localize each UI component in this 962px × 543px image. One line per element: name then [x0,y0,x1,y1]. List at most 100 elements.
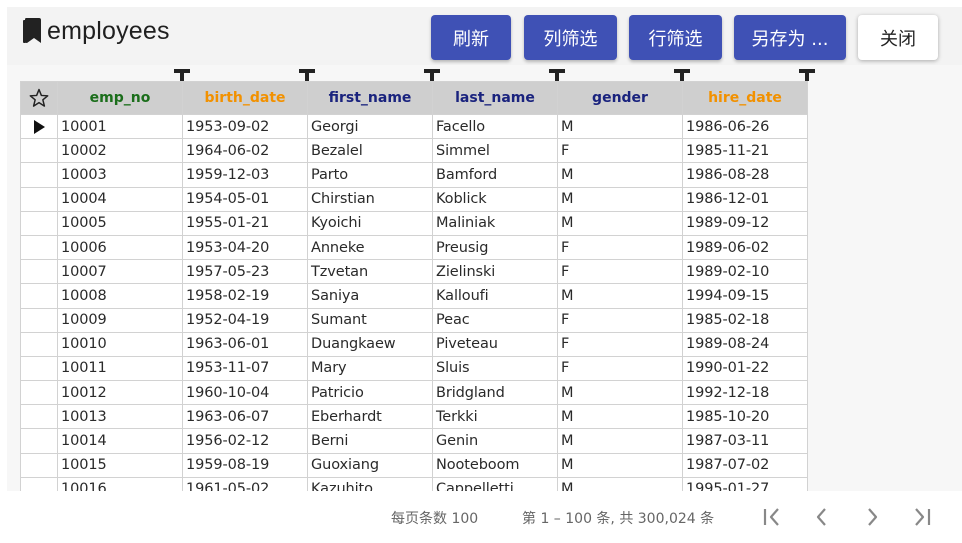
cell-first-name[interactable]: Guoxiang [307,452,433,478]
cell-hire-date[interactable]: 1994-09-15 [682,283,808,309]
row-marker[interactable] [20,404,58,430]
cell-last-name[interactable]: Bamford [432,162,558,188]
cell-first-name[interactable]: Duangkaew [307,331,433,357]
star-outline-icon[interactable] [28,87,50,109]
row-marker[interactable] [20,259,58,285]
cell-last-name[interactable]: Facello [432,113,558,140]
cell-first-name[interactable]: Parto [307,162,433,188]
cell-first-name[interactable]: Chirstian [307,186,433,212]
cell-first-name[interactable]: Eberhardt [307,404,433,430]
column-header-hire-date[interactable]: hire_date [682,81,808,115]
cell-last-name[interactable]: Cappelletti [432,476,558,491]
cell-emp-no[interactable]: 10004 [57,186,183,212]
cell-gender[interactable]: F [557,259,683,285]
column-filter-button[interactable]: 列筛选 [524,15,617,60]
cell-emp-no[interactable]: 10011 [57,355,183,382]
cell-emp-no[interactable]: 10010 [57,331,183,357]
cell-last-name[interactable]: Maliniak [432,210,558,236]
cell-birth-date[interactable]: 1956-02-12 [182,428,308,454]
column-header-gender[interactable]: gender [557,81,683,115]
table-row[interactable]: 10016 1961-05-02 Kazuhito Cappelletti M 1995-… [20,476,808,491]
cell-gender[interactable]: M [557,113,683,140]
cell-hire-date[interactable]: 1986-08-28 [682,162,808,188]
cell-gender[interactable]: M [557,162,683,188]
row-marker[interactable] [20,234,58,261]
row-marker[interactable] [20,210,58,236]
cell-gender[interactable]: M [557,186,683,212]
cell-birth-date[interactable]: 1960-10-04 [182,380,308,406]
table-row[interactable]: 10001 1953-09-02 Georgi Facello M 1986-06-26 [20,113,808,140]
cell-gender[interactable]: M [557,428,683,454]
table-row[interactable]: 10007 1957-05-23 Tzvetan Zielinski F 1989-02-… [20,259,808,285]
cell-emp-no[interactable]: 10012 [57,380,183,406]
cell-emp-no[interactable]: 10008 [57,283,183,309]
table-row[interactable]: 10013 1963-06-07 Eberhardt Terkki M 1985-10-2… [20,404,808,430]
cell-birth-date[interactable]: 1963-06-07 [182,404,308,430]
cell-first-name[interactable]: Berni [307,428,433,454]
cell-hire-date[interactable]: 1989-09-12 [682,210,808,236]
column-header-birth-date[interactable]: birth_date [182,81,308,115]
table-row[interactable]: 10010 1963-06-01 Duangkaew Piveteau F 1989-08… [20,331,808,357]
row-marker[interactable] [20,428,58,454]
row-marker[interactable] [20,113,58,140]
cell-emp-no[interactable]: 10007 [57,259,183,285]
cell-gender[interactable]: F [557,234,683,261]
cell-emp-no[interactable]: 10015 [57,452,183,478]
cell-hire-date[interactable]: 1989-06-02 [682,234,808,261]
column-header-first-name[interactable]: first_name [307,81,433,115]
table-row[interactable]: 10006 1953-04-20 Anneke Preusig F 1989-06-02 [20,234,808,261]
cell-birth-date[interactable]: 1952-04-19 [182,307,308,333]
cell-hire-date[interactable]: 1986-06-26 [682,113,808,140]
table-row[interactable]: 10003 1959-12-03 Parto Bamford M 1986-08-28 [20,162,808,188]
row-marker[interactable] [20,162,58,188]
cell-hire-date[interactable]: 1989-02-10 [682,259,808,285]
cell-last-name[interactable]: Terkki [432,404,558,430]
cell-gender[interactable]: M [557,452,683,478]
cell-last-name[interactable]: Zielinski [432,259,558,285]
cell-hire-date[interactable]: 1992-12-18 [682,380,808,406]
cell-emp-no[interactable]: 10013 [57,404,183,430]
column-header-emp-no[interactable]: emp_no [57,81,183,115]
cell-birth-date[interactable]: 1961-05-02 [182,476,308,491]
cell-emp-no[interactable]: 10006 [57,234,183,261]
table-row[interactable]: 10012 1960-10-04 Patricio Bridgland M 1992-12… [20,380,808,406]
cell-emp-no[interactable]: 10009 [57,307,183,333]
row-marker[interactable] [20,138,58,164]
cell-gender[interactable]: F [557,307,683,333]
cell-hire-date[interactable]: 1985-02-18 [682,307,808,333]
cell-birth-date[interactable]: 1959-12-03 [182,162,308,188]
cell-last-name[interactable]: Genin [432,428,558,454]
cell-birth-date[interactable]: 1955-01-21 [182,210,308,236]
cell-hire-date[interactable]: 1987-03-11 [682,428,808,454]
page-size-label[interactable]: 每页条数 100 [391,508,478,528]
cell-first-name[interactable]: Georgi [307,113,433,140]
table-row[interactable]: 10014 1956-02-12 Berni Genin M 1987-03-11 [20,428,808,454]
save-as-button[interactable]: 另存为 ... [734,15,846,60]
table-row[interactable]: 10004 1954-05-01 Chirstian Koblick M 1986-12-… [20,186,808,212]
row-marker[interactable] [20,307,58,333]
cell-gender[interactable]: F [557,331,683,357]
table-row[interactable]: 10011 1953-11-07 Mary Sluis F 1990-01-22 [20,355,808,382]
cell-hire-date[interactable]: 1985-10-20 [682,404,808,430]
next-page-icon[interactable] [860,505,884,529]
cell-first-name[interactable]: Bezalel [307,138,433,164]
table-row[interactable]: 10002 1964-06-02 Bezalel Simmel F 1985-11-21 [20,138,808,164]
cell-emp-no[interactable]: 10002 [57,138,183,164]
cell-gender[interactable]: M [557,380,683,406]
cell-last-name[interactable]: Nooteboom [432,452,558,478]
cell-first-name[interactable]: Mary [307,355,433,382]
cell-birth-date[interactable]: 1953-11-07 [182,355,308,382]
cell-emp-no[interactable]: 10003 [57,162,183,188]
cell-emp-no[interactable]: 10014 [57,428,183,454]
cell-hire-date[interactable]: 1995-01-27 [682,476,808,491]
cell-hire-date[interactable]: 1987-07-02 [682,452,808,478]
table-row[interactable]: 10005 1955-01-21 Kyoichi Maliniak M 1989-09-1… [20,210,808,236]
last-page-icon[interactable] [910,505,934,529]
cell-gender[interactable]: M [557,210,683,236]
cell-last-name[interactable]: Simmel [432,138,558,164]
table-row[interactable]: 10008 1958-02-19 Saniya Kalloufi M 1994-09-15 [20,283,808,309]
cell-first-name[interactable]: Anneke [307,234,433,261]
cell-last-name[interactable]: Sluis [432,355,558,382]
cell-hire-date[interactable]: 1985-11-21 [682,138,808,164]
cell-last-name[interactable]: Bridgland [432,380,558,406]
